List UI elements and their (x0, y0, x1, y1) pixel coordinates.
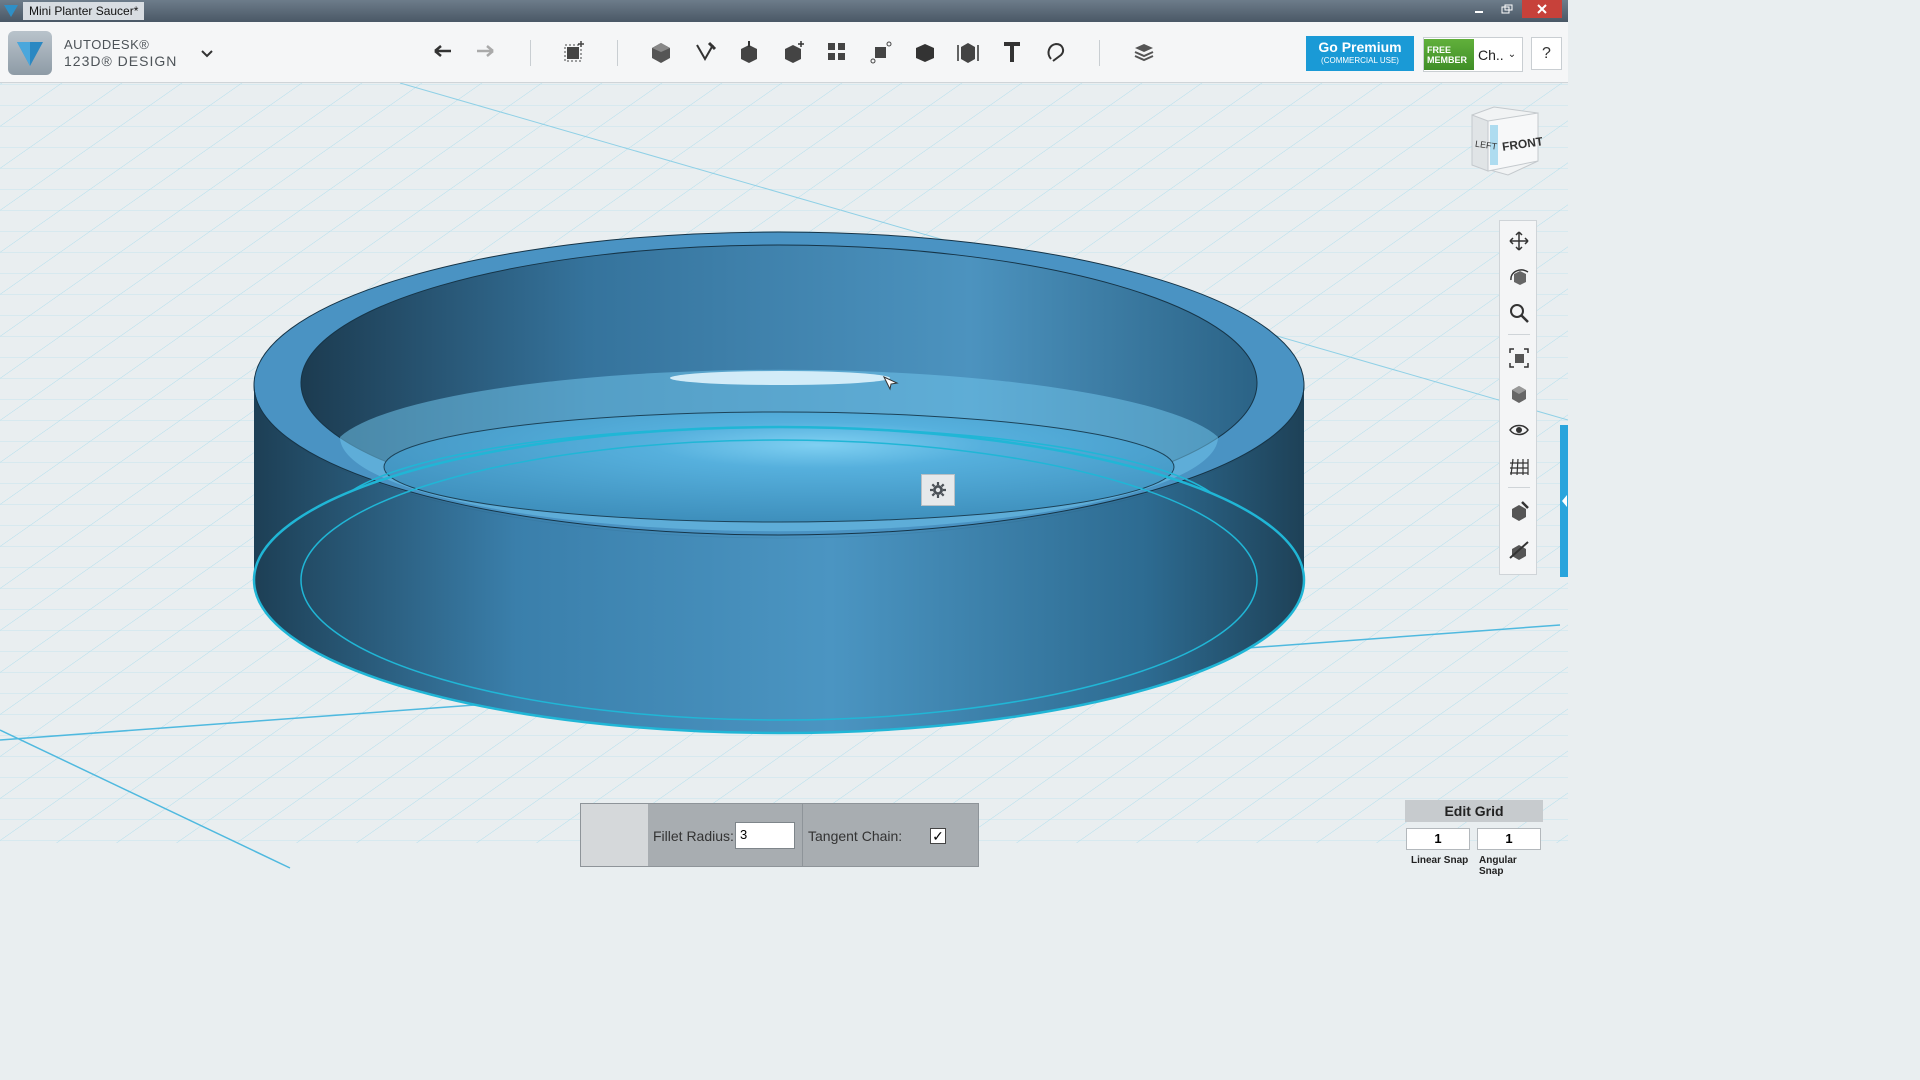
tangent-chain-label: Tangent Chain: (808, 828, 903, 844)
snap-button[interactable] (1041, 38, 1071, 66)
orbit-button[interactable] (1506, 264, 1532, 290)
construct-button[interactable] (734, 38, 764, 66)
main-toolbar: AUTODESK® 123D® DESIGN Go Premium (COMME… (0, 22, 1568, 83)
sketch-button[interactable] (691, 38, 721, 66)
material-icon (1512, 501, 1529, 521)
fillet-radius-input[interactable]: 3 (735, 822, 795, 849)
brand-line-2: 123D® DESIGN (64, 53, 178, 69)
linear-snap-input[interactable]: 1 (1406, 828, 1470, 850)
combine-icon (916, 44, 934, 62)
orbit-icon (1510, 269, 1529, 285)
pan-button[interactable] (1506, 228, 1532, 254)
grid-icon (1510, 458, 1529, 476)
fit-button[interactable] (1506, 345, 1532, 371)
chevron-down-icon[interactable] (200, 46, 214, 64)
redo-button[interactable] (470, 38, 500, 66)
badge-line-2: MEMBER (1427, 55, 1467, 65)
account-chevron-icon: ⌄ (1507, 49, 1517, 60)
angular-snap-input[interactable]: 1 (1477, 828, 1541, 850)
construct-icon (741, 41, 757, 63)
free-member-badge: FREE MEMBER (1424, 39, 1474, 70)
close-icon (1537, 4, 1547, 14)
gear-icon (930, 482, 946, 498)
linear-snap-label: Linear Snap (1411, 855, 1469, 866)
combine-button[interactable] (910, 38, 940, 66)
navigation-bar (1499, 220, 1537, 575)
undo-button[interactable] (428, 38, 458, 66)
angular-snap-label: Angular Snap (1479, 855, 1517, 877)
app-menu[interactable]: AUTODESK® 123D® DESIGN (8, 31, 177, 75)
modify-button[interactable] (779, 38, 809, 66)
side-panel-tab[interactable] (1560, 425, 1568, 577)
transform-icon (564, 41, 584, 62)
minimize-icon (1475, 11, 1483, 13)
3d-viewport[interactable] (0, 83, 1568, 882)
snap-tool-button[interactable] (1506, 537, 1532, 563)
edit-grid-button[interactable]: Edit Grid (1405, 800, 1543, 822)
snap-icon (1047, 42, 1065, 62)
premium-subtitle: (COMMERCIAL USE) (1321, 56, 1399, 65)
title-bar: Mini Planter Saucer* (0, 0, 1568, 22)
views-icon (1512, 386, 1526, 403)
window-title: Mini Planter Saucer* (23, 2, 145, 20)
eye-icon (1509, 424, 1529, 436)
pan-icon (1509, 231, 1529, 251)
grid-button[interactable] (1506, 453, 1532, 479)
go-premium-button[interactable]: Go Premium (COMMERCIAL USE) (1306, 36, 1414, 71)
minimize-button[interactable] (1466, 0, 1492, 18)
close-button[interactable] (1522, 0, 1562, 18)
snap-tool-icon (1509, 541, 1529, 560)
undo-icon (434, 45, 451, 57)
zoom-icon (1510, 304, 1529, 323)
brand-line-1: AUTODESK® (64, 37, 150, 52)
fillet-panel: Fillet Radius: 3 Tangent Chain: ✓ (580, 803, 979, 867)
restore-icon (1501, 4, 1513, 14)
app-logo-icon (4, 5, 18, 17)
user-name: Ch.. (1478, 46, 1504, 63)
material-button[interactable] (1506, 498, 1532, 524)
text-button[interactable] (997, 38, 1027, 66)
autodesk-logo-icon (8, 31, 52, 75)
badge-line-1: FREE (1427, 45, 1452, 55)
redo-icon (477, 45, 494, 57)
fit-icon (1509, 348, 1529, 368)
visibility-button[interactable] (1506, 417, 1532, 443)
fillet-radius-label: Fillet Radius: (653, 828, 734, 844)
sketch-icon (696, 41, 717, 62)
pattern-button[interactable] (822, 38, 852, 66)
measure-button[interactable] (953, 38, 983, 66)
edit-grid-panel: Edit Grid 1 1 Linear Snap Angular Snap (1405, 800, 1543, 877)
primitives-button[interactable] (646, 38, 676, 66)
transform-button[interactable] (560, 38, 590, 66)
materials-button[interactable] (1129, 38, 1159, 66)
premium-title: Go Premium (1318, 39, 1402, 55)
pattern-icon (828, 43, 845, 60)
chevron-left-icon (1562, 495, 1567, 507)
fillet-panel-handle[interactable] (581, 804, 648, 866)
text-icon (1004, 42, 1020, 62)
group-icon (870, 41, 892, 64)
help-button[interactable]: ? (1531, 37, 1562, 70)
views-button[interactable] (1506, 381, 1532, 407)
view-cube[interactable]: LEFT FRONT (1466, 105, 1545, 177)
modify-icon (785, 41, 804, 63)
primitives-icon (652, 43, 670, 63)
materials-icon (1134, 44, 1154, 62)
settings-gear-button[interactable] (921, 474, 955, 506)
measure-icon (957, 43, 979, 63)
zoom-button[interactable] (1506, 300, 1532, 326)
account-menu[interactable]: FREE MEMBER Ch.. ⌄ (1423, 37, 1523, 72)
restore-button[interactable] (1494, 0, 1520, 18)
tangent-chain-checkbox[interactable]: ✓ (930, 828, 946, 844)
group-button[interactable] (866, 38, 896, 66)
